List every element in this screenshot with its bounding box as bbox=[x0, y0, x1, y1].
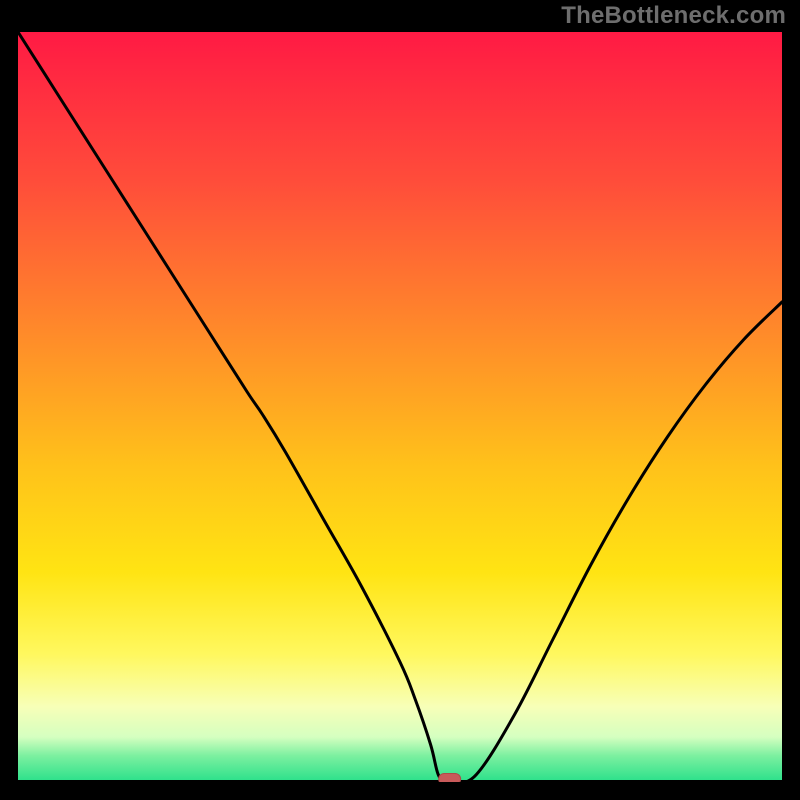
chart-plot bbox=[18, 32, 782, 782]
optimal-marker bbox=[439, 774, 461, 783]
chart-background bbox=[18, 32, 782, 782]
watermark: TheBottleneck.com bbox=[561, 2, 786, 30]
chart-frame: TheBottleneck.com bbox=[0, 0, 800, 800]
